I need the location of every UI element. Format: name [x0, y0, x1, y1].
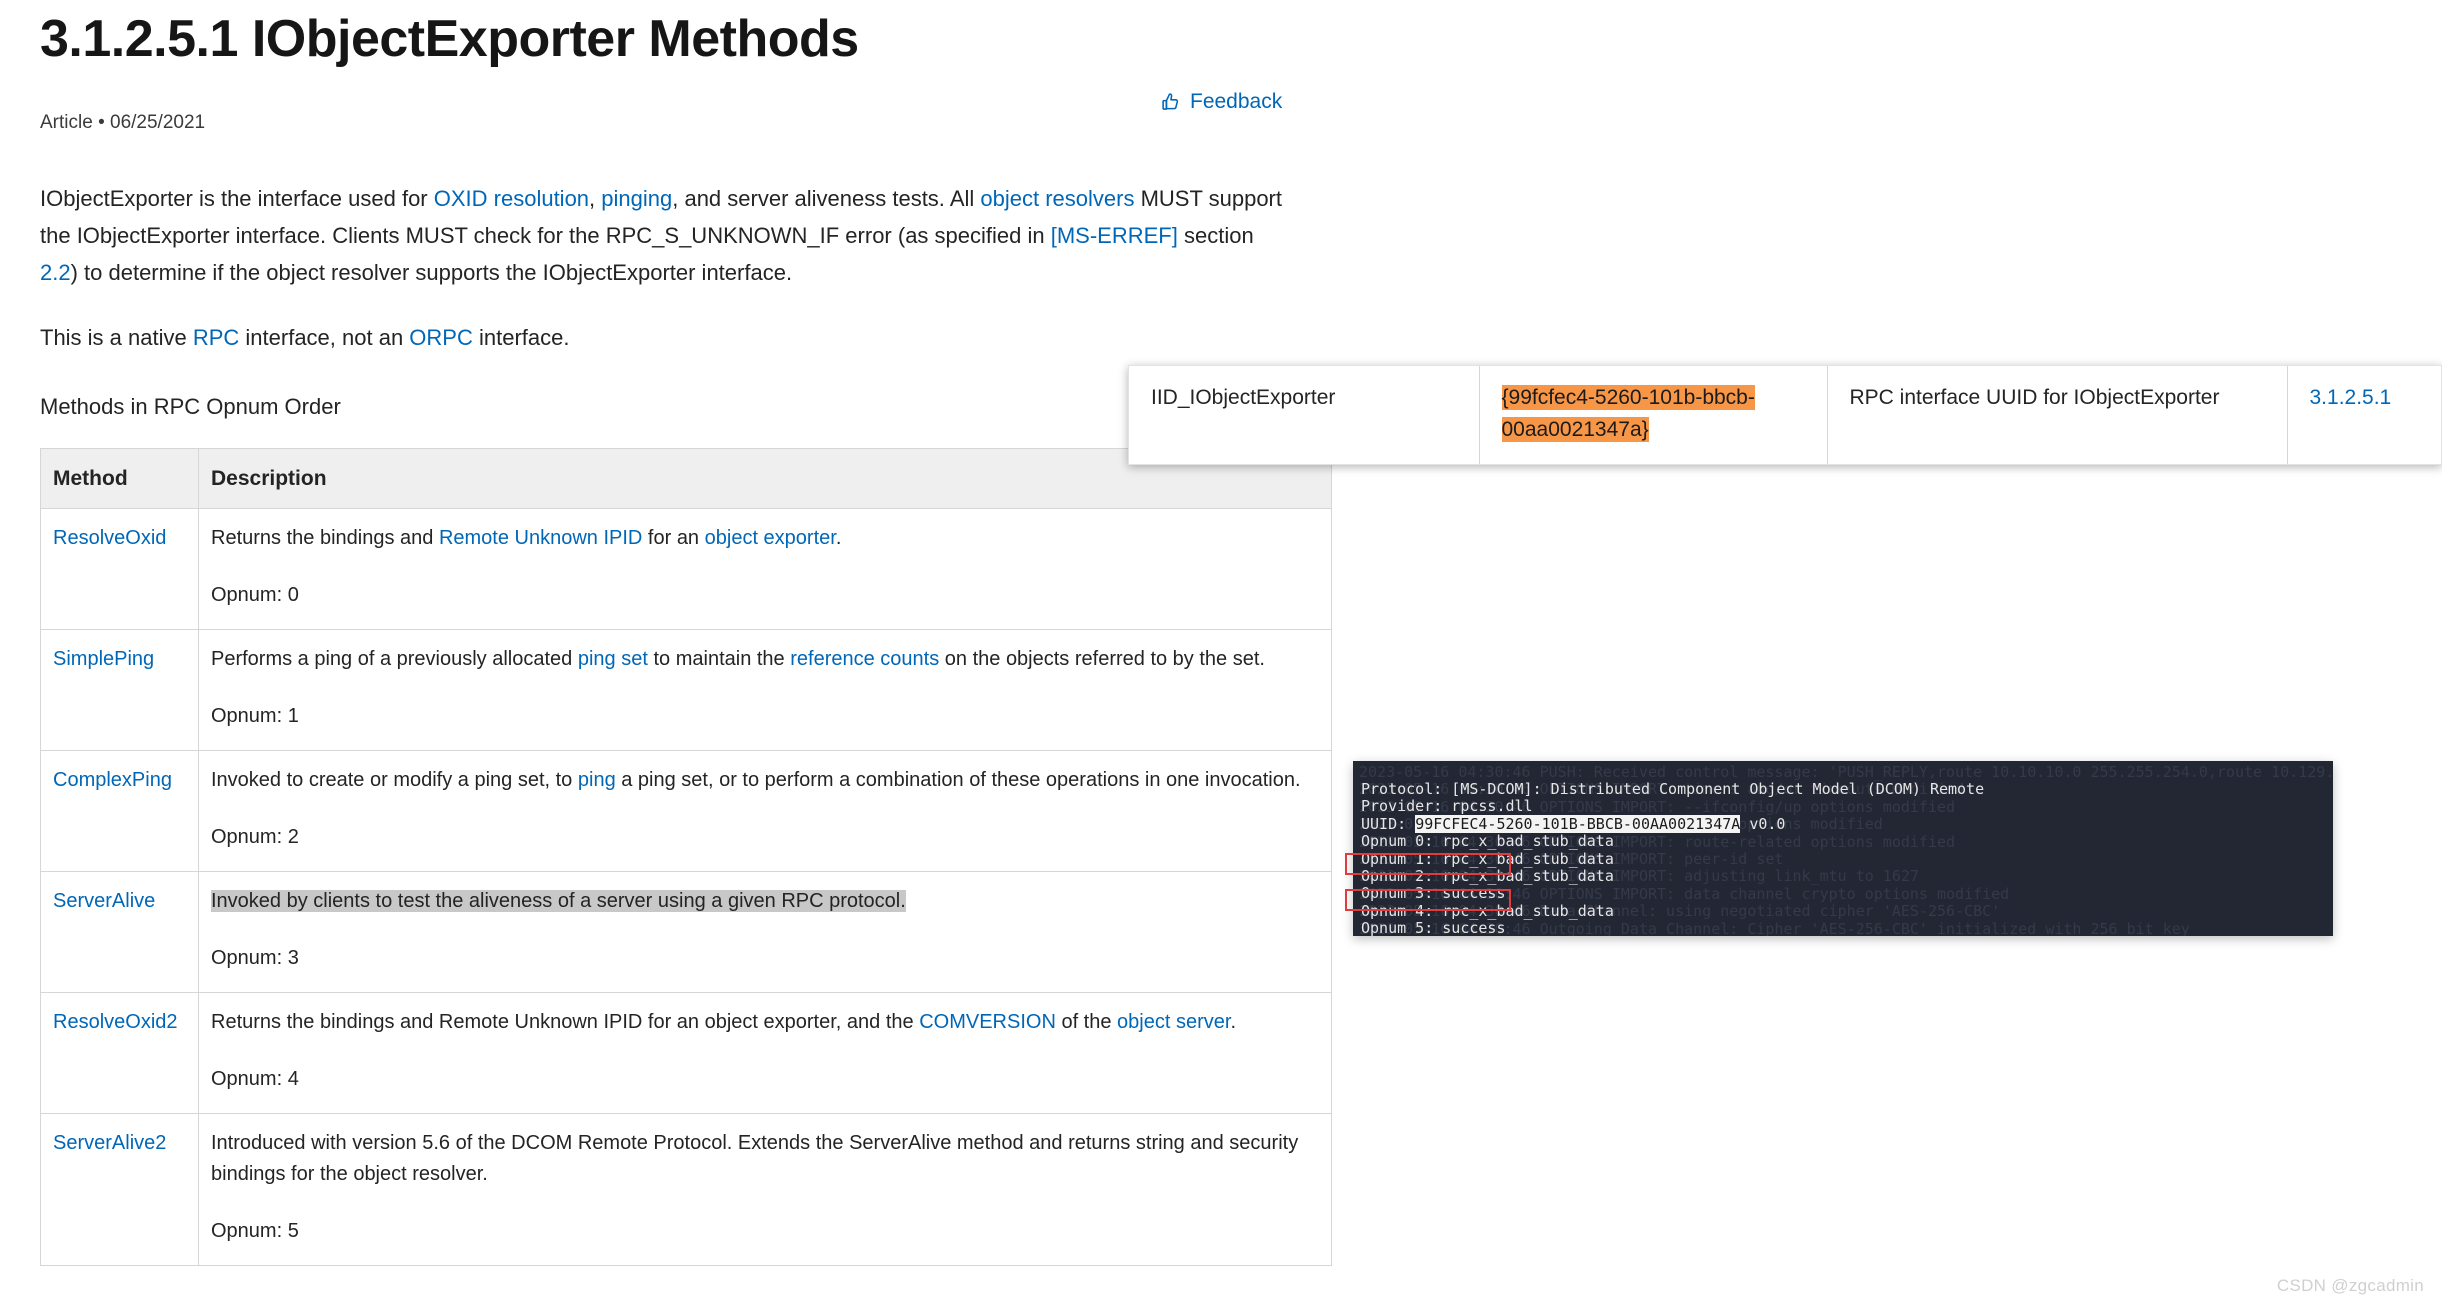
terminal-line: UUID: 99FCFEC4-5260-101B-BBCB-00AA002134… [1361, 816, 1984, 833]
feedback-button[interactable]: Feedback [1160, 90, 1282, 114]
method-description-text: Introduced with version 5.6 of the DCOM … [211, 1128, 1319, 1190]
intro-text-3: , and server aliveness tests. All [672, 186, 980, 211]
terminal-line: Opnum 0: rpc_x_bad_stub_data [1361, 833, 1984, 850]
method-description-cell: Invoked by clients to test the aliveness… [199, 872, 1332, 993]
terminal-line: Protocol: [MS-DCOM]: Distributed Compone… [1361, 781, 1984, 798]
inline-link[interactable]: object server [1117, 1011, 1230, 1033]
method-name-cell: ComplexPing [41, 751, 199, 872]
method-description-cell: Introduced with version 5.6 of the DCOM … [199, 1114, 1332, 1266]
inline-link[interactable]: ping [578, 769, 616, 791]
method-description-text: Invoked to create or modify a ping set, … [211, 765, 1319, 796]
methods-table-body: ResolveOxid Returns the bindings and Remo… [41, 509, 1332, 1266]
method-name-cell: ServerAlive2 [41, 1114, 199, 1266]
link-section-22[interactable]: 2.2 [40, 260, 71, 285]
uuid-highlight: {99fcfec4-5260-101b-bbcb-00aa0021347a} [1502, 385, 1755, 442]
thumbs-up-icon [1160, 91, 1182, 113]
link-rpc[interactable]: RPC [193, 325, 239, 350]
terminal-line: Provider: rpcss.dll [1361, 798, 1984, 815]
terminal-uuid-selection: 99FCFEC4-5260-101B-BBCB-00AA0021347A [1415, 815, 1740, 833]
link-object-resolvers[interactable]: object resolvers [980, 186, 1134, 211]
table-row: ComplexPing Invoked to create or modify a… [41, 751, 1332, 872]
method-description-text: Returns the bindings and Remote Unknown … [211, 1007, 1319, 1038]
method-link-serveralive2[interactable]: ServerAlive2 [53, 1132, 166, 1154]
terminal-line: Opnum 3: success [1361, 885, 1984, 902]
footer-note: The methods MUST NOT throw exceptions. [40, 1300, 1290, 1306]
article-meta-text: Article • 06/25/2021 [40, 112, 205, 134]
methods-table: Method Description ResolveOxidReturns th… [40, 448, 1332, 1266]
uuid-open-brace: { [1502, 386, 1509, 409]
p2-text-1: This is a native [40, 325, 193, 350]
inline-link[interactable]: reference counts [790, 648, 939, 670]
intro-text-2: , [589, 186, 601, 211]
terminal-line: Opnum 1: rpc_x_bad_stub_data [1361, 851, 1984, 868]
watermark: CSDN @zgcadmin [2277, 1276, 2424, 1296]
opnum-value: Opnum: 5 [211, 1216, 1319, 1247]
popup-section-link[interactable]: 3.1.2.5.1 [2310, 386, 2392, 409]
inline-link[interactable]: ping set [578, 648, 648, 670]
method-description-cell: Performs a ping of a previously allocate… [199, 630, 1332, 751]
method-link-complexping[interactable]: ComplexPing [53, 769, 172, 791]
method-name-cell: ServerAlive [41, 872, 199, 993]
popup-cell-uuid: {99fcfec4-5260-101b-bbcb-00aa0021347a} [1479, 366, 1827, 464]
intro-paragraph-2: This is a native RPC interface, not an O… [40, 319, 1290, 356]
method-description-cell: Invoked to create or modify a ping set, … [199, 751, 1332, 872]
article-column: 3.1.2.5.1 IObjectExporter Methods Articl… [40, 0, 1340, 1306]
inline-link[interactable]: Remote Unknown IPID [439, 527, 642, 549]
method-link-resolveoxid2[interactable]: ResolveOxid2 [53, 1011, 178, 1033]
popup-cell-description: RPC interface UUID for IObjectExporter [1827, 366, 2287, 464]
link-pinging[interactable]: pinging [601, 186, 672, 211]
table-row: ServerAlive Invoked by clients to test th… [41, 872, 1332, 993]
page-title: 3.1.2.5.1 IObjectExporter Methods [40, 8, 1340, 70]
method-description-cell: Returns the bindings and Remote Unknown … [199, 993, 1332, 1114]
method-description-text: Returns the bindings and Remote Unknown … [211, 523, 1319, 554]
intro-text-5: section [1178, 223, 1254, 248]
method-link-simpleping[interactable]: SimplePing [53, 648, 154, 670]
selected-text-highlight: Invoked by clients to test the aliveness… [211, 890, 906, 912]
p2-text-2: interface, not an [239, 325, 409, 350]
p2-text-3: interface. [473, 325, 570, 350]
method-description-text: Invoked by clients to test the aliveness… [211, 886, 1319, 917]
method-link-serveralive[interactable]: ServerAlive [53, 890, 155, 912]
opnum-value: Opnum: 0 [211, 580, 1319, 611]
method-description-text: Performs a ping of a previously allocate… [211, 644, 1319, 675]
inline-link[interactable]: COMVERSION [919, 1011, 1056, 1033]
link-oxid-resolution[interactable]: OXID resolution [434, 186, 589, 211]
uuid-close-brace: } [1642, 418, 1649, 441]
uuid-popup-table: IID_IObjectExporter {99fcfec4-5260-101b-… [1129, 366, 2441, 464]
uuid-popup-row: IID_IObjectExporter {99fcfec4-5260-101b-… [1129, 366, 2441, 464]
feedback-label: Feedback [1190, 90, 1282, 114]
intro-text-6: ) to determine if the object resolver su… [71, 260, 792, 285]
opnum-value: Opnum: 4 [211, 1064, 1319, 1095]
article-meta: Article • 06/25/2021 [40, 110, 1340, 136]
intro-paragraph-1: IObjectExporter is the interface used fo… [40, 180, 1290, 291]
method-name-cell: SimplePing [41, 630, 199, 751]
terminal-line: Opnum 2: rpc_x_bad_stub_data [1361, 868, 1984, 885]
method-name-cell: ResolveOxid2 [41, 993, 199, 1114]
page-root: 3.1.2.5.1 IObjectExporter Methods Articl… [0, 0, 2442, 1306]
table-row: ResolveOxid2 Returns the bindings and Rem… [41, 993, 1332, 1114]
terminal-line: Opnum 4: rpc_x_bad_stub_data [1361, 903, 1984, 920]
column-header-method: Method [41, 449, 199, 509]
terminal-foreground-log: Protocol: [MS-DCOM]: Distributed Compone… [1361, 781, 1984, 936]
opnum-value: Opnum: 2 [211, 822, 1319, 853]
link-ms-erref[interactable]: [MS-ERREF] [1051, 223, 1178, 248]
popup-cell-name: IID_IObjectExporter [1129, 366, 1479, 464]
table-row: ServerAlive2 Introduced with version 5.6 … [41, 1114, 1332, 1266]
method-name-cell: ResolveOxid [41, 509, 199, 630]
popup-cell-section: 3.1.2.5.1 [2287, 366, 2441, 464]
inline-link[interactable]: object exporter [705, 527, 836, 549]
method-link-resolveoxid[interactable]: ResolveOxid [53, 527, 166, 549]
opnum-value: Opnum: 1 [211, 701, 1319, 732]
link-orpc[interactable]: ORPC [409, 325, 473, 350]
intro-text-1: IObjectExporter is the interface used fo… [40, 186, 434, 211]
terminal-line: Opnum 5: success [1361, 920, 1984, 936]
table-row: ResolveOxid Returns the bindings and Remo… [41, 509, 1332, 630]
method-description-cell: Returns the bindings and Remote Unknown … [199, 509, 1332, 630]
opnum-value: Opnum: 3 [211, 943, 1319, 974]
uuid-value: 99fcfec4-5260-101b-bbcb-00aa0021347a [1502, 386, 1755, 441]
terminal-output-panel: 2023-05-16 04:30:46 PUSH: Received contr… [1353, 761, 2333, 936]
table-row: SimplePing Performs a ping of a previousl… [41, 630, 1332, 751]
uuid-tooltip-popup[interactable]: IID_IObjectExporter {99fcfec4-5260-101b-… [1128, 365, 2442, 465]
